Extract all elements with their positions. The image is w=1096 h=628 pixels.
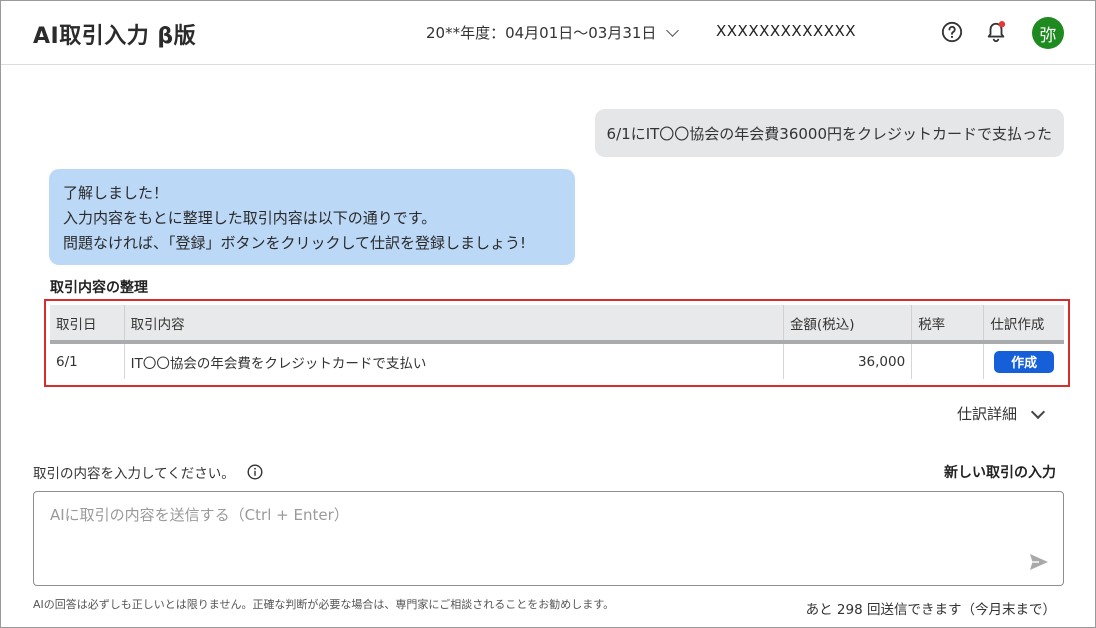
- table-header-row: 取引日 取引内容 金額(税込) 税率 仕訳作成: [50, 305, 1064, 344]
- column-header-date: 取引日: [50, 305, 125, 344]
- notification-bell-icon[interactable]: [985, 20, 1007, 44]
- user-avatar[interactable]: 弥: [1032, 17, 1064, 49]
- message-input[interactable]: [34, 492, 1063, 585]
- table-row: 6/1 IT〇〇協会の年会費をクレジットカードで支払い 36,000 作成: [50, 342, 1064, 379]
- app-title: AI取引入力 β版: [33, 24, 197, 49]
- transaction-summary-table: 取引日 取引内容 金額(税込) 税率 仕訳作成 6/1 IT〇〇協会の年会費をク…: [44, 299, 1070, 387]
- fiscal-period-selector[interactable]: 20**年度：04月01日〜03月31日: [426, 22, 680, 43]
- summary-title: 取引内容の整理: [50, 280, 148, 296]
- message-input-container: [33, 491, 1064, 586]
- company-name: XXXXXXXXXXXXX: [716, 22, 857, 40]
- user-message-text: 6/1にIT〇〇協会の年会費36000円をクレジットカードで支払った: [606, 124, 1052, 143]
- cell-tax-rate: [911, 342, 985, 379]
- column-header-journal: 仕訳作成: [983, 305, 1064, 344]
- info-icon[interactable]: [247, 464, 263, 480]
- chevron-down-icon: [666, 24, 680, 37]
- cell-journal-action: 作成: [984, 342, 1064, 379]
- remaining-sends: あと 298 回送信できます（今月末まで）: [805, 602, 1056, 618]
- send-icon[interactable]: [1029, 553, 1049, 571]
- input-label-text: 取引の内容を入力してください。: [33, 466, 235, 482]
- journal-detail-label: 仕訳詳細: [957, 405, 1018, 423]
- fiscal-period-label: 20**年度：04月01日〜03月31日: [426, 24, 657, 42]
- cell-date: 6/1: [50, 342, 125, 379]
- column-header-amount: 金額(税込): [783, 305, 913, 344]
- ai-disclaimer: AIの回答は必ずしも正しいとは限りません。正確な判断が必要な場合は、専門家にご相…: [33, 598, 615, 611]
- column-header-description: 取引内容: [124, 305, 784, 344]
- ai-message-line: 入力内容をもとに整理した取引内容は以下の通りです。: [63, 209, 437, 227]
- column-header-tax-rate: 税率: [911, 305, 985, 344]
- ai-message-line: 問題なければ、「登録」ボタンをクリックして仕訳を登録しましょう!: [63, 234, 527, 252]
- create-journal-button[interactable]: 作成: [994, 350, 1055, 373]
- cell-description: IT〇〇協会の年会費をクレジットカードで支払い: [124, 342, 784, 379]
- ai-message-line: 了解しました！: [63, 184, 169, 202]
- ai-message-bubble: 了解しました！ 入力内容をもとに整理した取引内容は以下の通りです。 問題なければ…: [49, 169, 575, 265]
- chevron-down-icon: [1030, 404, 1046, 419]
- help-icon[interactable]: [941, 21, 963, 43]
- user-message-bubble: 6/1にIT〇〇協会の年会費36000円をクレジットカードで支払った: [594, 109, 1064, 157]
- app-header: AI取引入力 β版 20**年度：04月01日〜03月31日 XXXXXXXXX…: [0, 0, 1096, 65]
- new-transaction-button[interactable]: 新しい取引の入力: [944, 462, 1056, 482]
- cell-amount: 36,000: [783, 342, 913, 379]
- input-label: 取引の内容を入力してください。: [33, 462, 263, 482]
- journal-detail-toggle[interactable]: 仕訳詳細: [957, 403, 1046, 424]
